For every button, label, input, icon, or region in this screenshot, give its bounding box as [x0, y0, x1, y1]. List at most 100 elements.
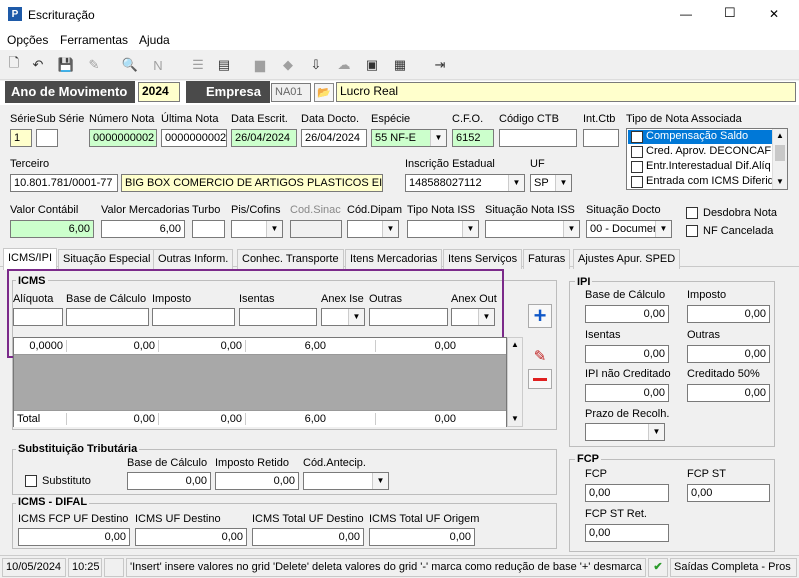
chevron-down-icon[interactable]: ▼	[655, 221, 671, 237]
substituto-checkbox[interactable]	[25, 475, 37, 487]
ipi-imposto-input[interactable]: 0,00	[687, 305, 770, 323]
tab-itens-servicos[interactable]: Itens Serviços	[443, 249, 523, 269]
chevron-down-icon[interactable]: ▼	[266, 221, 282, 237]
menu-ferramentas[interactable]: Ferramentas	[60, 33, 128, 47]
ano-input[interactable]: 2024	[138, 82, 180, 102]
desdobra-checkbox[interactable]	[686, 207, 698, 219]
undo-icon[interactable]: ↶	[28, 55, 48, 75]
icms-imposto-input[interactable]	[152, 308, 235, 326]
serie-input[interactable]: 1	[10, 129, 32, 147]
chevron-down-icon[interactable]: ▼	[478, 309, 494, 325]
subserie-input[interactable]	[36, 129, 58, 147]
difal-total-orig-input[interactable]: 0,00	[369, 528, 475, 546]
stack-icon[interactable]: ▤	[214, 55, 234, 75]
ipi-isentas-input[interactable]: 0,00	[585, 345, 669, 363]
difal-total-dest-input[interactable]: 0,00	[252, 528, 364, 546]
close-button[interactable]: ✕	[769, 7, 779, 21]
save-icon[interactable]: 💾	[56, 55, 76, 75]
chevron-down-icon[interactable]: ▼	[372, 473, 388, 489]
fcp-st-input[interactable]: 0,00	[687, 484, 770, 502]
menu-opcoes[interactable]: Opções	[7, 33, 48, 47]
st-cod-select[interactable]: ▼	[303, 472, 389, 490]
cod-dipam-select[interactable]: ▼	[347, 220, 399, 238]
list-item[interactable]: Entrada com ICMS Diferido	[628, 175, 780, 189]
checkbox[interactable]	[631, 146, 643, 158]
scroll-down-icon[interactable]: ▼	[776, 177, 784, 186]
chevron-down-icon[interactable]: ▼	[555, 175, 571, 191]
tab-ajustes-sped[interactable]: Ajustes Apur. SPED	[573, 249, 681, 269]
valor-contabil-input[interactable]: 6,00	[10, 220, 94, 238]
terceiro-cnpj-input[interactable]: 10.801.781/0001-77	[10, 174, 118, 192]
grid-icon[interactable]: ▦	[390, 55, 410, 75]
checkbox[interactable]	[631, 131, 643, 143]
ipi-base-input[interactable]: 0,00	[585, 305, 669, 323]
data-escrit-input[interactable]: 26/04/2024	[231, 129, 297, 147]
int-ctb-input[interactable]	[583, 129, 619, 147]
tab-conhec-transporte[interactable]: Conhec. Transporte	[237, 249, 344, 269]
scroll-thumb[interactable]	[775, 145, 785, 161]
list-item[interactable]: Entr.Interestadual Dif.Alíq	[628, 160, 772, 174]
remove-row-icon[interactable]	[528, 369, 552, 389]
icms-grid[interactable]: 0,0000 0,00 0,00 6,00 0,00 Total 0,00 0,…	[13, 337, 507, 427]
new-document-icon[interactable]: 🗋	[4, 55, 24, 75]
cte-icon[interactable]: ▣	[362, 55, 382, 75]
tipo-nota-list[interactable]: Compensação Saldo Cred. Aprov. DECONCAFÉ…	[626, 128, 788, 190]
cloud-icon[interactable]: ☁	[334, 55, 354, 75]
tab-icms-ipi[interactable]: ICMS/IPI	[3, 248, 58, 270]
maximize-button[interactable]: ☐	[724, 5, 736, 21]
folder-open-icon[interactable]: 📂	[314, 83, 334, 102]
chevron-down-icon[interactable]: ▼	[348, 309, 364, 325]
codigo-ctb-input[interactable]	[499, 129, 577, 147]
list-item[interactable]: Cred. Aprov. DECONCAFÉ	[628, 145, 778, 159]
chevron-down-icon[interactable]: ▼	[648, 424, 664, 440]
icms-anex-out-select[interactable]: ▼	[451, 308, 495, 326]
edit-pencil-icon[interactable]: ✎	[528, 346, 552, 366]
valor-mercadorias-input[interactable]: 6,00	[101, 220, 185, 238]
icms-base-input[interactable]	[66, 308, 149, 326]
data-docto-input[interactable]: 26/04/2024	[301, 129, 367, 147]
checkbox[interactable]	[631, 176, 643, 188]
tab-faturas[interactable]: Faturas	[523, 249, 571, 269]
cancelada-checkbox[interactable]	[686, 225, 698, 237]
scroll-up-icon[interactable]: ▲	[511, 340, 519, 349]
icms-outras-input[interactable]	[369, 308, 448, 326]
icms-isentas-input[interactable]	[239, 308, 317, 326]
uf-select[interactable]: SP ▼	[530, 174, 572, 192]
turbo-input[interactable]	[192, 220, 225, 238]
chevron-down-icon[interactable]: ▼	[508, 175, 524, 191]
difal-dest-input[interactable]: 0,00	[135, 528, 247, 546]
list-item[interactable]: Compensação Saldo	[628, 130, 772, 144]
grid-scrollbar[interactable]: ▲ ▼	[507, 337, 523, 427]
numero-nota-input[interactable]: 0000000002	[89, 129, 157, 147]
tipo-iss-select[interactable]: ▼	[407, 220, 479, 238]
chevron-down-icon[interactable]: ▼	[430, 130, 446, 146]
chevron-down-icon[interactable]: ▼	[563, 221, 579, 237]
fcp-st-ret-input[interactable]: 0,00	[585, 524, 669, 542]
scroll-down-icon[interactable]: ▼	[511, 414, 519, 423]
tab-itens-mercadorias[interactable]: Itens Mercadorias	[345, 249, 443, 269]
chevron-down-icon[interactable]: ▼	[462, 221, 478, 237]
pis-select[interactable]: ▼	[231, 220, 283, 238]
inscricao-select[interactable]: 148588027112 ▼	[405, 174, 525, 192]
st-base-input[interactable]: 0,00	[127, 472, 211, 490]
folder-icon[interactable]: ▆	[250, 55, 270, 75]
list-scrollbar[interactable]: ▲ ▼	[772, 129, 787, 189]
icms-anex-ise-select[interactable]: ▼	[321, 308, 365, 326]
minimize-button[interactable]: —	[680, 7, 692, 21]
ipi-prazo-select[interactable]: ▼	[585, 423, 665, 441]
ipi-nc-input[interactable]: 0,00	[585, 384, 669, 402]
nfe-icon[interactable]: N	[148, 55, 168, 75]
tag-icon[interactable]: ◆	[278, 55, 298, 75]
table-row[interactable]: 0,0000 0,00 0,00 6,00 0,00	[14, 338, 506, 355]
export-icon[interactable]: ⇩	[306, 55, 326, 75]
tab-outras-inform[interactable]: Outras Inform.	[153, 249, 234, 269]
add-row-icon[interactable]: +	[528, 303, 552, 328]
st-imposto-input[interactable]: 0,00	[215, 472, 299, 490]
exit-door-icon[interactable]: ⇥	[430, 55, 450, 75]
ipi-outras-input[interactable]: 0,00	[687, 345, 770, 363]
especie-select[interactable]: 55 NF-E ▼	[371, 129, 447, 147]
sit-docto-select[interactable]: 00 - Documen ▼	[586, 220, 672, 238]
difal-fcp-input[interactable]: 0,00	[18, 528, 130, 546]
chevron-down-icon[interactable]: ▼	[382, 221, 398, 237]
print-preview-icon[interactable]: 🔍	[120, 55, 140, 75]
